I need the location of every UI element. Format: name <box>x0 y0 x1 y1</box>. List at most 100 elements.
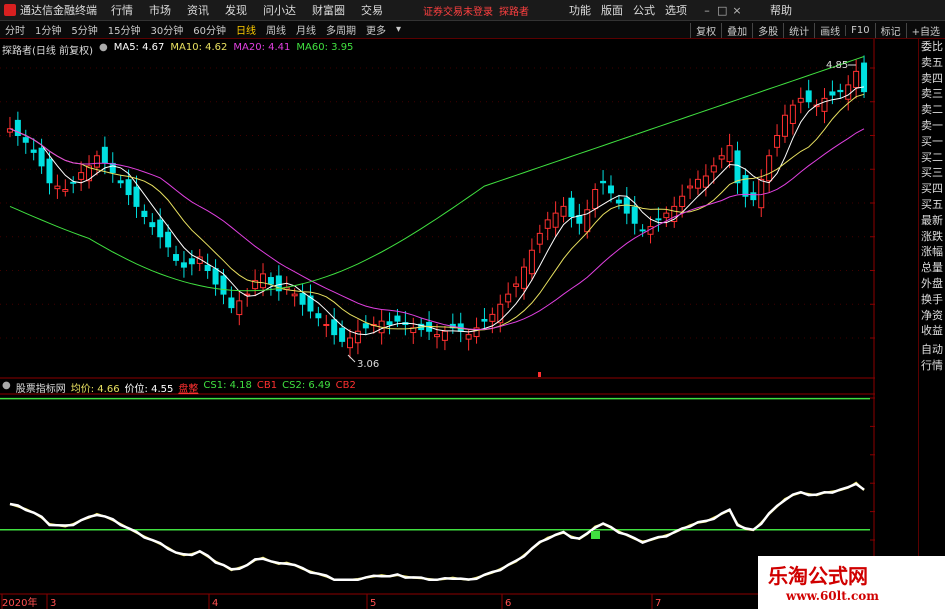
watermark-title: 乐淘公式网 <box>768 564 868 588</box>
candle-body <box>220 275 227 295</box>
side-item[interactable]: 总量 <box>919 260 945 276</box>
ma-legend: 探路者 (日线 前复权) ● MA5: 4.67 MA10: 4.62 MA20… <box>2 42 353 57</box>
candle-body <box>236 300 243 316</box>
ma10-legend: MA10: 4.62 <box>170 42 228 53</box>
tab-multi-period[interactable]: 多周期 <box>321 22 361 37</box>
candle-body <box>552 212 559 228</box>
candle-body <box>797 97 804 103</box>
app-logo-icon <box>4 4 16 16</box>
candle-body <box>513 283 520 287</box>
close-icon[interactable]: × <box>732 4 742 17</box>
date-tick-label: 6 <box>505 598 511 609</box>
draw-line-button[interactable]: 画线 <box>814 22 845 38</box>
mark-button[interactable]: 标记 <box>874 22 906 38</box>
watermark-url: www.60lt.com <box>786 589 879 603</box>
side-item[interactable]: 净资 <box>919 308 945 324</box>
tab-1min[interactable]: 1分钟 <box>30 22 66 37</box>
menu-formula[interactable]: 公式 <box>633 2 655 18</box>
candle-body <box>62 189 69 192</box>
tab-30min[interactable]: 30分钟 <box>145 22 188 37</box>
cb1-legend: CB1 <box>256 380 278 391</box>
candle-body <box>299 293 306 305</box>
menu-help[interactable]: 帮助 <box>770 2 792 18</box>
watermark: 乐淘公式网 www.60lt.com <box>758 556 945 609</box>
kline-chart[interactable]: 4.804.604.404.204.003.803.603.403.206.50… <box>0 39 875 609</box>
tab-more[interactable]: 更多 <box>361 22 391 37</box>
tab-60min[interactable]: 60分钟 <box>188 22 231 37</box>
side-item[interactable]: 买四 <box>919 181 945 197</box>
tab-15min[interactable]: 15分钟 <box>103 22 146 37</box>
candle-body <box>607 185 614 194</box>
candle-body <box>829 91 836 96</box>
menu-market[interactable]: 市场 <box>149 2 171 18</box>
side-item[interactable]: 卖三 <box>919 86 945 102</box>
menu-trade[interactable]: 交易 <box>361 2 383 18</box>
indicator-settings-icon[interactable]: ● <box>2 380 11 395</box>
candle-body <box>173 254 180 261</box>
side-item[interactable]: 行情 <box>919 358 945 374</box>
tab-weekly[interactable]: 周线 <box>261 22 291 37</box>
restore-icon[interactable]: □ <box>717 4 727 17</box>
candle-body <box>750 192 757 201</box>
candle-body <box>718 155 725 160</box>
candle-body <box>228 297 235 309</box>
menu-function[interactable]: 功能 <box>569 2 591 18</box>
side-item[interactable]: 涨跌 <box>919 229 945 245</box>
tab-intraday[interactable]: 分时 <box>0 22 30 37</box>
tab-monthly[interactable]: 月线 <box>291 22 321 37</box>
side-item[interactable]: 委比 <box>919 39 945 55</box>
login-notice[interactable]: 证券交易未登录 <box>423 3 493 18</box>
candle-body <box>267 277 274 285</box>
minimize-icon[interactable]: – <box>702 4 712 17</box>
tab-daily[interactable]: 日线 <box>231 22 261 37</box>
side-item[interactable]: 买五 <box>919 197 945 213</box>
side-item[interactable]: 买二 <box>919 150 945 166</box>
side-item[interactable]: 收益 <box>919 323 945 339</box>
menu-wealth[interactable]: 财富圈 <box>312 2 345 18</box>
candle-body <box>386 321 393 325</box>
adjust-button[interactable]: 复权 <box>690 22 721 38</box>
menu-layout[interactable]: 版面 <box>601 2 623 18</box>
multi-stock-button[interactable]: 多股 <box>752 22 783 38</box>
side-item[interactable]: 卖二 <box>919 102 945 118</box>
candle-body <box>766 155 773 182</box>
menu-options[interactable]: 选项 <box>665 2 687 18</box>
candle-body <box>339 327 346 342</box>
candle-body <box>188 258 195 265</box>
side-item[interactable]: 涨幅 <box>919 244 945 260</box>
side-item[interactable]: 买三 <box>919 165 945 181</box>
candle-body <box>465 334 472 340</box>
menu-ask[interactable]: 问小达 <box>263 2 296 18</box>
ma60-legend: MA60: 3.95 <box>296 42 354 53</box>
side-item[interactable]: 自动 <box>919 342 945 358</box>
indicator-name[interactable]: 股票指标网 <box>16 380 66 395</box>
more-chevron-icon[interactable]: ▾ <box>391 24 406 35</box>
candle-body <box>600 180 607 184</box>
candle-body <box>481 318 488 322</box>
candle-body <box>157 219 164 238</box>
title-bar: 通达信金融终端 行情 市场 资讯 发现 问小达 财富圈 交易 证券交易未登录 探… <box>0 0 945 21</box>
add-watchlist-button[interactable]: +自选 <box>905 22 945 38</box>
candle-body <box>78 172 85 180</box>
candle-body <box>615 199 622 204</box>
ma20-legend: MA20: 4.41 <box>233 42 291 53</box>
candle-body <box>710 165 717 173</box>
side-item[interactable]: 外盘 <box>919 276 945 292</box>
overlay-button[interactable]: 叠加 <box>721 22 752 38</box>
f10-button[interactable]: F10 <box>845 24 874 36</box>
menu-quotes[interactable]: 行情 <box>111 2 133 18</box>
side-item[interactable]: 卖一 <box>919 118 945 134</box>
side-item[interactable]: 卖四 <box>919 71 945 87</box>
stats-button[interactable]: 统计 <box>783 22 814 38</box>
side-item[interactable]: 换手 <box>919 292 945 308</box>
side-item[interactable]: 最新 <box>919 213 945 229</box>
menu-news[interactable]: 资讯 <box>187 2 209 18</box>
menu-discover[interactable]: 发现 <box>225 2 247 18</box>
candle-body <box>109 162 116 174</box>
tab-5min[interactable]: 5分钟 <box>66 22 102 37</box>
settings-icon[interactable]: ● <box>99 42 108 57</box>
candle-body <box>592 189 599 210</box>
side-item[interactable]: 买一 <box>919 134 945 150</box>
candle-body <box>434 334 440 338</box>
side-item[interactable]: 卖五 <box>919 55 945 71</box>
